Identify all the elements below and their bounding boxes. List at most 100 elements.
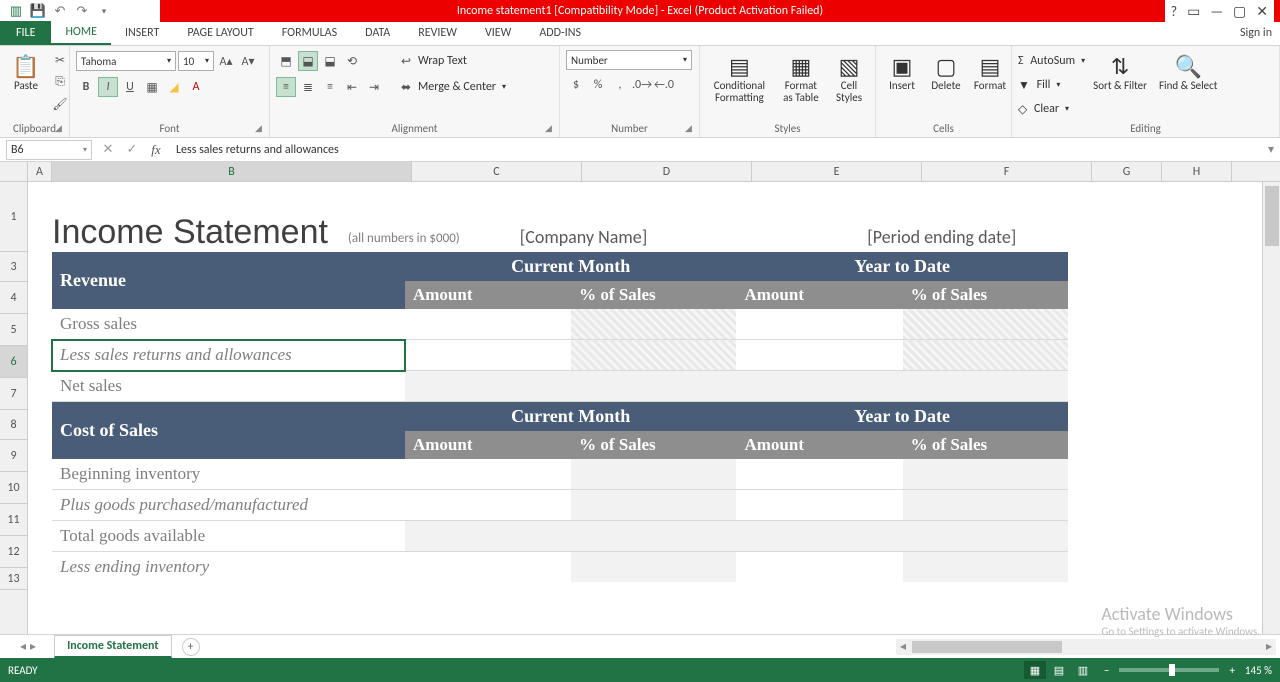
find-select-button[interactable]: 🔍Find & Select: [1155, 50, 1221, 94]
cell[interactable]: [405, 490, 571, 521]
gross-sales-label[interactable]: Gross sales: [52, 309, 405, 340]
col-H[interactable]: H: [1162, 162, 1232, 181]
horizontal-scrollbar[interactable]: ◂ ▸: [896, 639, 1276, 655]
cell[interactable]: [405, 340, 571, 371]
font-size-combo[interactable]: 10▾: [178, 51, 214, 71]
row-9[interactable]: 9: [0, 440, 27, 472]
increase-decimal-icon[interactable]: .0→: [632, 75, 652, 95]
row-3[interactable]: 3: [0, 252, 27, 282]
tab-addins[interactable]: ADD-INS: [525, 21, 595, 45]
align-center-icon[interactable]: ≣: [298, 77, 318, 97]
name-box[interactable]: B6▾: [6, 140, 92, 160]
cell[interactable]: [736, 490, 902, 521]
col-F[interactable]: F: [922, 162, 1092, 181]
scroll-thumb[interactable]: [1265, 186, 1279, 246]
cell[interactable]: [903, 309, 1068, 340]
col-B[interactable]: B: [52, 162, 412, 181]
cell[interactable]: [903, 371, 1068, 402]
cell[interactable]: [571, 490, 736, 521]
cell[interactable]: [903, 490, 1068, 521]
maximize-icon[interactable]: ▢: [1233, 3, 1246, 20]
insert-cells-button[interactable]: ▣Insert: [882, 50, 922, 94]
fx-icon[interactable]: fx: [144, 140, 168, 160]
tab-view[interactable]: VIEW: [471, 21, 525, 45]
align-left-icon[interactable]: ≡: [276, 77, 296, 97]
redo-icon[interactable]: ↷: [74, 3, 90, 19]
comma-icon[interactable]: ,: [610, 75, 630, 95]
hscroll-thumb[interactable]: [912, 641, 1062, 653]
row-10[interactable]: 10: [0, 472, 27, 504]
tab-pagelayout[interactable]: PAGE LAYOUT: [173, 21, 267, 45]
cell[interactable]: [571, 309, 736, 340]
tab-review[interactable]: REVIEW: [404, 21, 471, 45]
orientation-icon[interactable]: ⟲: [342, 51, 362, 71]
row-4[interactable]: 4: [0, 282, 27, 314]
ribbon-options-icon[interactable]: ▭: [1187, 3, 1200, 20]
col-E[interactable]: E: [752, 162, 922, 181]
col-D[interactable]: D: [582, 162, 752, 181]
enter-formula-icon[interactable]: ✓: [120, 140, 144, 160]
row-1[interactable]: 1: [0, 182, 27, 252]
col-C[interactable]: C: [412, 162, 582, 181]
fill-color-icon[interactable]: ◢: [164, 77, 184, 97]
cell[interactable]: [571, 459, 736, 490]
copy-icon[interactable]: ⎘: [50, 72, 70, 92]
alignment-launcher-icon[interactable]: ◢: [545, 123, 557, 135]
total-goods-label[interactable]: Total goods available: [52, 521, 405, 552]
less-ending-label[interactable]: Less ending inventory: [52, 552, 405, 583]
format-painter-icon[interactable]: 🖌: [50, 94, 70, 114]
sheet-nav-prev-icon[interactable]: ◂: [20, 639, 26, 654]
qa-dropdown-icon[interactable]: ▾: [96, 3, 112, 19]
expand-formula-icon[interactable]: ▾: [1262, 142, 1280, 157]
align-right-icon[interactable]: ≡: [320, 77, 340, 97]
hscroll-left-icon[interactable]: ◂: [896, 639, 910, 654]
company-placeholder[interactable]: [Company Name]: [520, 226, 648, 252]
cell[interactable]: [571, 521, 736, 552]
row-6[interactable]: 6: [0, 346, 27, 378]
tab-data[interactable]: DATA: [351, 21, 404, 45]
tab-insert[interactable]: INSERT: [111, 21, 173, 45]
cut-icon[interactable]: ✂: [50, 50, 70, 70]
cell[interactable]: [405, 552, 571, 583]
increase-font-icon[interactable]: A▴: [216, 51, 236, 71]
percent-icon[interactable]: %: [588, 75, 608, 95]
cell[interactable]: [405, 521, 571, 552]
beginning-inventory-label[interactable]: Beginning inventory: [52, 459, 405, 490]
help-icon[interactable]: ?: [1171, 3, 1178, 20]
add-sheet-icon[interactable]: +: [182, 638, 200, 656]
cell[interactable]: [405, 371, 571, 402]
border-icon[interactable]: ▦: [142, 77, 162, 97]
zoom-slider[interactable]: [1119, 668, 1219, 672]
cell[interactable]: [903, 521, 1068, 552]
vertical-scrollbar[interactable]: [1262, 182, 1280, 634]
align-top-icon[interactable]: ⬒: [276, 51, 296, 71]
cell[interactable]: [571, 371, 736, 402]
minimize-icon[interactable]: —: [1210, 3, 1223, 20]
tab-home[interactable]: HOME: [51, 21, 111, 45]
cell[interactable]: [903, 552, 1068, 583]
cell[interactable]: [736, 552, 902, 583]
decrease-decimal-icon[interactable]: ←.0: [654, 75, 674, 95]
align-middle-icon[interactable]: ⬓: [298, 51, 318, 71]
cell[interactable]: [903, 340, 1068, 371]
cancel-formula-icon[interactable]: ✕: [96, 140, 120, 160]
zoom-in-icon[interactable]: +: [1229, 664, 1234, 677]
cell[interactable]: [736, 521, 902, 552]
font-launcher-icon[interactable]: ◢: [255, 123, 267, 135]
paste-button[interactable]: 📋 Paste: [6, 50, 46, 94]
merge-center-button[interactable]: ⬌Merge & Center▾: [396, 76, 506, 98]
font-color-icon[interactable]: A: [186, 77, 206, 97]
row-8[interactable]: 8: [0, 410, 27, 440]
decrease-font-icon[interactable]: A▾: [238, 51, 258, 71]
undo-icon[interactable]: ↶: [52, 3, 68, 19]
row-5[interactable]: 5: [0, 314, 27, 346]
autosum-button[interactable]: Σ AutoSum▾: [1018, 50, 1085, 72]
format-as-table-button[interactable]: ▦Format as Table: [777, 50, 825, 106]
tab-formulas[interactable]: FORMULAS: [268, 21, 351, 45]
grid-body[interactable]: Income Statement (all numbers in $000) […: [28, 182, 1262, 634]
col-G[interactable]: G: [1092, 162, 1162, 181]
sign-in-link[interactable]: Sign in: [1240, 26, 1272, 40]
plus-goods-label[interactable]: Plus goods purchased/manufactured: [52, 490, 405, 521]
sort-filter-button[interactable]: ⇅Sort & Filter: [1089, 50, 1151, 94]
worksheet-grid[interactable]: A B C D E F G H 1 3 4 5 6 7 8 9 10 11 12…: [0, 162, 1280, 634]
